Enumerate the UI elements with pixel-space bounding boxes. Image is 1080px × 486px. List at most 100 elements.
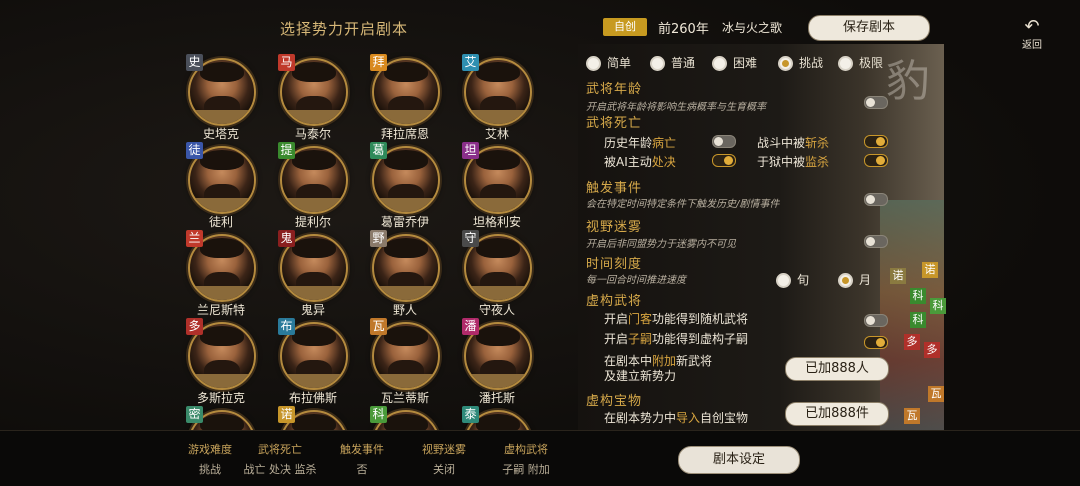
death-toggle-2[interactable] bbox=[712, 154, 736, 167]
decorative-glyph: 豹 bbox=[886, 56, 930, 107]
faction-card[interactable]: 密 bbox=[178, 404, 270, 432]
summary-label: 游戏难度 bbox=[188, 443, 232, 456]
section-desc-fog: 开启后非同盟势力于迷雾内不可见 bbox=[586, 239, 736, 250]
faction-card[interactable]: 坦坦格利安 bbox=[454, 140, 546, 229]
death-toggle-3[interactable] bbox=[864, 154, 888, 167]
summary-column: 游戏难度 挑战 bbox=[170, 441, 250, 477]
summary-column: 触发事件否 bbox=[322, 441, 402, 477]
treasure-line: 在剧本势力中导入自创宝物 bbox=[604, 411, 749, 425]
faction-card[interactable]: 科 bbox=[362, 404, 454, 432]
faction-card[interactable]: 史史塔克 bbox=[178, 52, 270, 141]
difficulty-option[interactable]: 挑战 bbox=[778, 54, 823, 71]
added-treasures-button[interactable]: 已加888件 bbox=[785, 402, 889, 426]
faction-card[interactable]: 布布拉佛斯 bbox=[270, 316, 362, 405]
event-toggle[interactable] bbox=[864, 193, 888, 206]
summary-value: 战亡 处决 监杀 bbox=[243, 463, 317, 476]
section-desc-age: 开启武将年龄将影响生病概率与生育概率 bbox=[586, 102, 766, 113]
virtual-toggle-1[interactable] bbox=[864, 336, 888, 349]
faction-badge: 多 bbox=[186, 318, 203, 335]
scenario-name: 冰与火之歌 bbox=[722, 21, 783, 35]
radio-icon bbox=[776, 273, 791, 288]
faction-badge: 密 bbox=[186, 406, 203, 423]
save-scenario-button[interactable]: 保存剧本 bbox=[808, 15, 930, 41]
death-toggle-0[interactable] bbox=[712, 135, 736, 148]
section-desc-time: 每一回合时间推进速度 bbox=[586, 275, 686, 286]
faction-card[interactable]: 潘潘托斯 bbox=[454, 316, 546, 405]
faction-card[interactable]: 葛葛雷乔伊 bbox=[362, 140, 454, 229]
faction-card[interactable]: 多多斯拉克 bbox=[178, 316, 270, 405]
added-generals-button[interactable]: 已加888人 bbox=[785, 357, 889, 381]
faction-badge: 潘 bbox=[462, 318, 479, 335]
map-region-label: 诺 bbox=[890, 268, 906, 284]
app-root: 选择势力开启剧本 史史塔克马马泰尔拜拜拉席恩艾艾林徒徒利提提利尔葛葛雷乔伊坦坦格… bbox=[0, 0, 1080, 486]
faction-card[interactable]: 马马泰尔 bbox=[270, 52, 362, 141]
radio-icon bbox=[838, 273, 853, 288]
radio-icon bbox=[650, 56, 665, 71]
map-region-label: 科 bbox=[910, 312, 926, 328]
difficulty-option[interactable]: 简单 bbox=[586, 54, 631, 71]
faction-badge: 鬼 bbox=[278, 230, 295, 247]
faction-grid: 史史塔克马马泰尔拜拜拉席恩艾艾林徒徒利提提利尔葛葛雷乔伊坦坦格利安兰兰尼斯特鬼鬼… bbox=[178, 52, 553, 432]
faction-card[interactable]: 提提利尔 bbox=[270, 140, 362, 229]
faction-card[interactable]: 诺 bbox=[270, 404, 362, 432]
faction-card[interactable]: 野野人 bbox=[362, 228, 454, 317]
faction-badge: 野 bbox=[370, 230, 387, 247]
faction-card[interactable]: 艾艾林 bbox=[454, 52, 546, 141]
time-option-xun[interactable]: 旬 bbox=[776, 271, 809, 288]
faction-badge: 马 bbox=[278, 54, 295, 71]
section-title-virtual: 虚构武将 bbox=[586, 294, 643, 309]
radio-icon bbox=[778, 56, 793, 71]
radio-icon bbox=[838, 56, 853, 71]
map-region-label: 瓦 bbox=[904, 408, 920, 424]
summary-column: 武将死亡战亡 处决 监杀 bbox=[240, 441, 320, 477]
faction-card[interactable]: 鬼鬼异 bbox=[270, 228, 362, 317]
faction-badge: 泰 bbox=[462, 406, 479, 423]
faction-card[interactable]: 徒徒利 bbox=[178, 140, 270, 229]
difficulty-option[interactable]: 困难 bbox=[712, 54, 757, 71]
section-title-age: 武将年龄 bbox=[586, 82, 643, 97]
faction-badge: 葛 bbox=[370, 142, 387, 159]
faction-card[interactable]: 兰兰尼斯特 bbox=[178, 228, 270, 317]
back-arrow-icon: ↶ bbox=[1024, 16, 1040, 37]
faction-badge: 艾 bbox=[462, 54, 479, 71]
death-item-0: 历史年龄病亡 bbox=[604, 136, 677, 150]
custom-tag: 自创 bbox=[603, 18, 647, 36]
death-toggle-1[interactable] bbox=[864, 135, 888, 148]
summary-value: 子嗣 附加 bbox=[502, 463, 550, 476]
faction-badge: 史 bbox=[186, 54, 203, 71]
summary-label: 武将死亡 bbox=[258, 443, 302, 456]
faction-card[interactable]: 泰 bbox=[454, 404, 546, 432]
faction-badge: 坦 bbox=[462, 142, 479, 159]
time-option-month[interactable]: 月 bbox=[838, 271, 871, 288]
faction-badge: 科 bbox=[370, 406, 387, 423]
summary-label: 触发事件 bbox=[340, 443, 384, 456]
radio-icon bbox=[712, 56, 727, 71]
death-item-3: 于狱中被监杀 bbox=[757, 155, 830, 169]
section-title-treasure: 虚构宝物 bbox=[586, 394, 643, 409]
section-title-event: 触发事件 bbox=[586, 181, 643, 196]
back-button[interactable]: ↶ 返回 bbox=[1016, 16, 1048, 52]
scenario-year: 前260年 bbox=[658, 22, 709, 37]
fog-toggle[interactable] bbox=[864, 235, 888, 248]
summary-value: 挑战 bbox=[199, 463, 221, 476]
age-toggle[interactable] bbox=[864, 96, 888, 109]
faction-badge: 守 bbox=[462, 230, 479, 247]
faction-badge: 拜 bbox=[370, 54, 387, 71]
virtual-item-0: 开启门客功能得到随机武将 bbox=[604, 312, 749, 326]
death-item-1: 战斗中被斩杀 bbox=[757, 136, 830, 150]
map-region-label: 多 bbox=[904, 334, 920, 350]
faction-card[interactable]: 守守夜人 bbox=[454, 228, 546, 317]
faction-badge: 布 bbox=[278, 318, 295, 335]
faction-badge: 徒 bbox=[186, 142, 203, 159]
faction-card[interactable]: 瓦瓦兰蒂斯 bbox=[362, 316, 454, 405]
map-region-label: 诺 bbox=[922, 262, 938, 278]
faction-badge: 兰 bbox=[186, 230, 203, 247]
difficulty-option[interactable]: 普通 bbox=[650, 54, 695, 71]
scenario-setting-button[interactable]: 剧本设定 bbox=[678, 446, 800, 474]
section-title-fog: 视野迷雾 bbox=[586, 220, 643, 235]
back-label: 返回 bbox=[1022, 40, 1042, 51]
faction-card[interactable]: 拜拜拉席恩 bbox=[362, 52, 454, 141]
summary-value: 关闭 bbox=[433, 463, 455, 476]
difficulty-option[interactable]: 极限 bbox=[838, 54, 883, 71]
virtual-toggle-0[interactable] bbox=[864, 314, 888, 327]
